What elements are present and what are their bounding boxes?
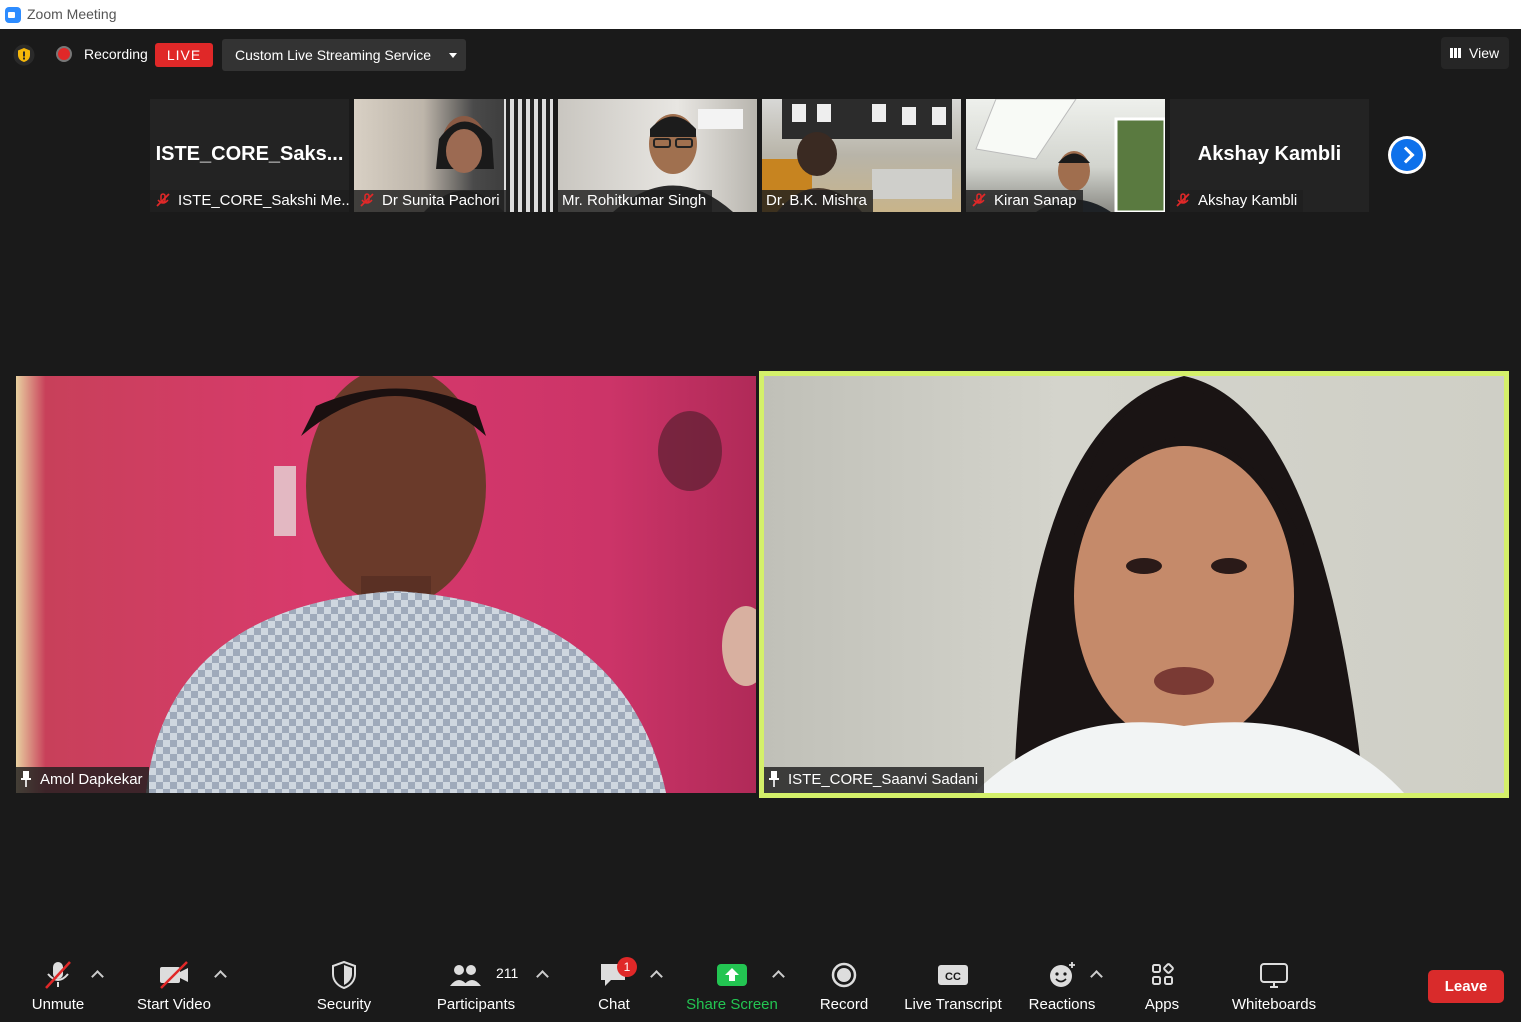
reactions-label: Reactions bbox=[1028, 996, 1096, 1013]
muted-mic-icon bbox=[1176, 193, 1190, 207]
main-video-left[interactable]: Amol Dapkekar bbox=[16, 376, 756, 793]
window-titlebar: Zoom Meeting bbox=[0, 0, 1521, 29]
participant-video-area: ISTE_CORE_Saanvi Sadani bbox=[764, 376, 1504, 793]
svg-text:CC: CC bbox=[945, 971, 961, 983]
participant-name-bar: Mr. Rohitkumar Singh bbox=[558, 190, 713, 212]
participant-name: Akshay Kambli bbox=[1198, 192, 1298, 209]
participant-name: Dr Sunita Pachori bbox=[382, 192, 500, 209]
chat-unread-badge: 1 bbox=[617, 957, 637, 977]
participants-options-chevron-icon[interactable] bbox=[536, 970, 549, 983]
record-icon bbox=[831, 962, 857, 988]
chevron-down-icon bbox=[449, 53, 457, 58]
reactions-button[interactable]: Reactions bbox=[1024, 950, 1100, 1022]
live-badge[interactable]: LIVE bbox=[155, 43, 213, 67]
main-video-right-active-speaker[interactable]: ISTE_CORE_Saanvi Sadani bbox=[759, 371, 1509, 798]
recording-label: Recording bbox=[84, 46, 148, 62]
participant-video-feed bbox=[974, 376, 1404, 793]
participant-name-bar: Akshay Kambli bbox=[1170, 190, 1304, 212]
muted-mic-icon bbox=[156, 193, 170, 207]
zoom-app-icon bbox=[5, 7, 21, 23]
pin-icon bbox=[769, 771, 779, 787]
apps-button[interactable]: Apps bbox=[1132, 950, 1192, 1022]
participant-name: Amol Dapkekar bbox=[40, 771, 143, 788]
participant-video-feed bbox=[146, 376, 756, 793]
participant-tile[interactable]: Akshay Kambli Akshay Kambli bbox=[1170, 99, 1369, 212]
participant-tile[interactable]: Dr. B.K. Mishra bbox=[762, 99, 961, 212]
meeting-toolbar: Unmute Start Video Security 211 Particip… bbox=[0, 950, 1521, 1022]
unmute-button[interactable]: Unmute bbox=[20, 950, 96, 1022]
start-video-button[interactable]: Start Video bbox=[130, 950, 218, 1022]
muted-mic-icon bbox=[972, 193, 986, 207]
participant-name-bar: ISTE_CORE_Saanvi Sadani bbox=[764, 767, 985, 793]
live-transcript-label: Live Transcript bbox=[904, 996, 1002, 1013]
video-off-icon bbox=[160, 961, 188, 989]
live-transcript-button[interactable]: CC Live Transcript bbox=[900, 950, 1006, 1022]
window-title: Zoom Meeting bbox=[27, 6, 117, 22]
security-button[interactable]: Security bbox=[304, 950, 384, 1022]
participant-name-bar: Dr. B.K. Mishra bbox=[762, 190, 873, 212]
encryption-shield-icon[interactable] bbox=[13, 44, 35, 66]
share-screen-icon bbox=[717, 964, 747, 986]
chat-label: Chat bbox=[598, 996, 630, 1013]
participant-name: Mr. Rohitkumar Singh bbox=[562, 192, 707, 209]
participant-tile[interactable]: ISTE_CORE_Saks... ISTE_CORE_Sakshi Me... bbox=[150, 99, 349, 212]
participants-icon bbox=[449, 965, 481, 986]
whiteboards-button[interactable]: Whiteboards bbox=[1224, 950, 1324, 1022]
muted-mic-icon bbox=[360, 193, 374, 207]
live-stream-service-dropdown[interactable]: Custom Live Streaming Service bbox=[222, 39, 466, 71]
whiteboard-icon bbox=[1260, 963, 1288, 988]
record-button[interactable]: Record bbox=[812, 950, 876, 1022]
chat-options-chevron-icon[interactable] bbox=[650, 970, 663, 983]
recording-indicator-icon[interactable] bbox=[56, 46, 72, 62]
view-button[interactable]: View bbox=[1441, 37, 1509, 69]
participant-name: ISTE_CORE_Saanvi Sadani bbox=[788, 771, 979, 788]
apps-icon bbox=[1152, 963, 1174, 985]
security-label: Security bbox=[316, 996, 372, 1013]
security-shield-icon bbox=[332, 960, 356, 990]
whiteboards-label: Whiteboards bbox=[1231, 996, 1317, 1013]
apps-label: Apps bbox=[1144, 996, 1180, 1013]
pin-icon bbox=[21, 771, 31, 787]
grid-view-icon bbox=[1450, 48, 1462, 58]
leave-button[interactable]: Leave bbox=[1428, 970, 1504, 1003]
share-screen-label: Share Screen bbox=[686, 996, 778, 1013]
participant-display-name: ISTE_CORE_Saks... bbox=[155, 143, 344, 165]
share-screen-button[interactable]: Share Screen bbox=[684, 950, 780, 1022]
participant-name: Kiran Sanap bbox=[994, 192, 1077, 209]
participant-name-bar: Dr Sunita Pachori bbox=[354, 190, 506, 212]
participant-tile[interactable]: Mr. Rohitkumar Singh bbox=[558, 99, 757, 212]
participant-tile[interactable]: Dr Sunita Pachori bbox=[354, 99, 553, 212]
record-label: Record bbox=[819, 996, 869, 1013]
participant-tile[interactable]: Kiran Sanap bbox=[966, 99, 1165, 212]
participant-name: Dr. B.K. Mishra bbox=[766, 192, 867, 209]
live-stream-service-label: Custom Live Streaming Service bbox=[235, 47, 432, 63]
participant-name: ISTE_CORE_Sakshi Me... bbox=[178, 192, 349, 209]
unmute-label: Unmute bbox=[31, 996, 85, 1013]
participant-name-bar: Amol Dapkekar bbox=[16, 767, 149, 793]
participant-name-bar: Kiran Sanap bbox=[966, 190, 1083, 212]
participants-count: 211 bbox=[496, 965, 519, 981]
meeting-topbar: Recording LIVE Custom Live Streaming Ser… bbox=[0, 29, 1521, 79]
participants-button[interactable]: 211 Participants bbox=[430, 950, 522, 1022]
next-page-arrow-icon[interactable] bbox=[1388, 136, 1426, 174]
closed-caption-icon: CC bbox=[938, 965, 968, 985]
participants-label: Participants bbox=[436, 996, 516, 1013]
participant-display-name: Akshay Kambli bbox=[1197, 143, 1342, 165]
start-video-label: Start Video bbox=[137, 996, 211, 1013]
view-label: View bbox=[1469, 45, 1500, 61]
muted-mic-icon bbox=[45, 961, 71, 989]
participant-name-bar: ISTE_CORE_Sakshi Me... bbox=[150, 190, 349, 212]
reactions-smiley-icon bbox=[1050, 962, 1075, 987]
